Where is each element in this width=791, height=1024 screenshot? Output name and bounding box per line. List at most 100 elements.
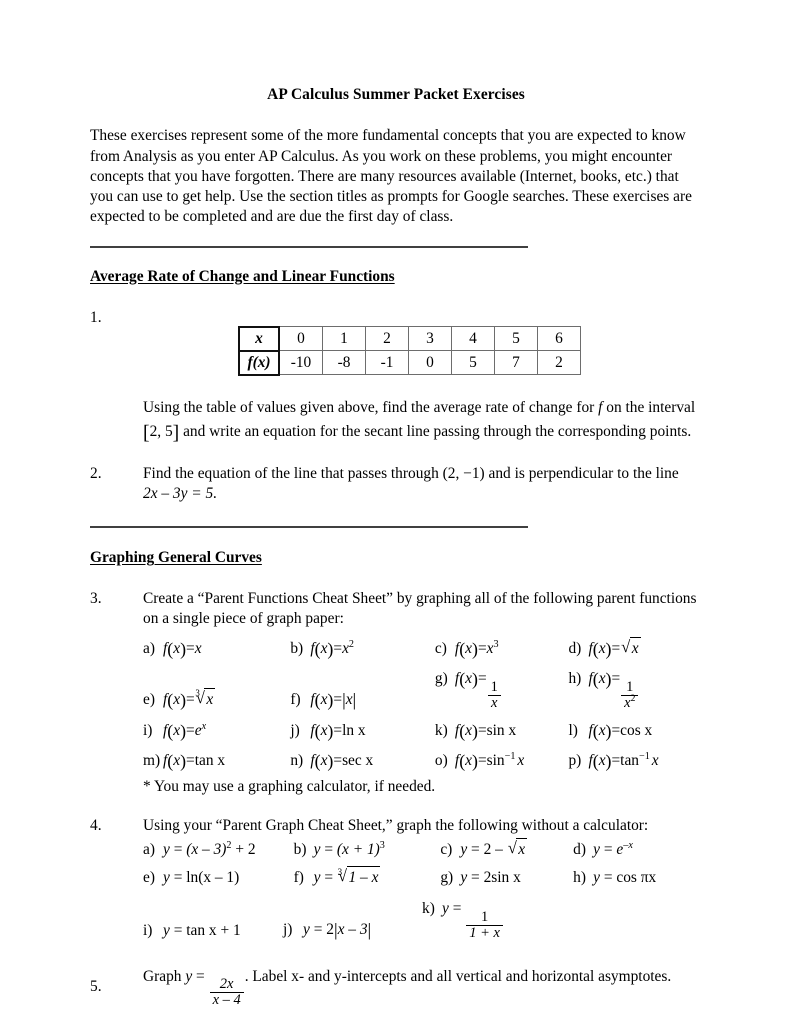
table-cell-fx-6: 2 — [537, 350, 581, 376]
expr-arg-q4-j: x – 3 — [337, 921, 368, 939]
expr-label-k: k) — [422, 900, 435, 918]
expr-label-l: l) — [568, 721, 578, 739]
cube-root-q4-f: 3 √ 1 – x — [338, 866, 381, 888]
equals: = — [452, 900, 462, 918]
var-y: y — [313, 841, 321, 859]
equals: = — [477, 721, 487, 739]
expr-content-g: f(x)= 1 x — [455, 668, 502, 710]
expr-content-h: f(x)= 1 x2 — [588, 668, 639, 710]
var-x: x — [598, 639, 606, 657]
radical-sign-icon: √ — [507, 838, 517, 858]
var-x: x — [465, 639, 472, 657]
expr-content-q4-d: y = e–x — [593, 839, 633, 860]
expr-label-f: f) — [293, 869, 304, 887]
q2-equation: 2x – 3y = 5. — [143, 484, 218, 502]
table-rowhead-x: x — [238, 325, 280, 352]
expr-q4-h: h) y = cos πx — [573, 867, 702, 888]
q5-tail-text: . Label x- and y-intercepts and all vert… — [244, 967, 672, 985]
exercise-item-4: 4. Using your “Parent Graph Cheat Sheet,… — [90, 816, 702, 836]
equals: = — [611, 721, 621, 739]
equals: = — [324, 841, 334, 859]
radical-sign-icon: √ — [621, 636, 631, 656]
expr-content-i: f(x)=ex — [163, 720, 206, 742]
item-number: 1. — [90, 308, 102, 326]
expr-value-f: x — [345, 690, 353, 708]
expr-q4-d: d) y = e–x — [573, 839, 702, 860]
expr-content-q4-c: y = 2 – √ x — [460, 838, 528, 860]
q2-line1-a: Find the equation of the line that passe… — [143, 464, 464, 482]
expr-lead-q4-c: 2 – — [483, 841, 507, 859]
equals: = — [333, 690, 343, 708]
expr-fn-o: sin — [486, 752, 505, 770]
expr-label-a: a) — [143, 639, 155, 657]
section-heading-graphing-general-curves: Graphing General Curves — [90, 549, 262, 567]
item-body — [143, 308, 702, 328]
expr-label-g: g) — [434, 670, 448, 688]
expr-q4-i: i) y = tan x + 1 — [143, 920, 283, 941]
expr-content-q4-h: y = cos πx — [593, 867, 656, 888]
exercise-item-1: 1. — [90, 308, 702, 328]
expr-exponent-b: 2 — [348, 638, 354, 650]
abs-bar-right: | — [367, 919, 372, 940]
expr-label-e: e) — [143, 690, 155, 708]
expr-q4-e: e) y = ln(x – 1) — [143, 867, 294, 888]
q2-minus: −1 — [463, 464, 480, 482]
expr-value-j: ln x — [342, 721, 366, 739]
table-row-fx: f(x) -10 -8 -1 0 5 7 2 — [238, 349, 581, 376]
expr-label-i: i) — [143, 721, 153, 739]
expr-value-b: x — [342, 639, 349, 657]
expr-label-j: j) — [283, 921, 293, 939]
item-body: Find the equation of the line that passe… — [143, 464, 702, 504]
table-cell-fx-3: 0 — [408, 350, 452, 376]
expr-label-h: h) — [573, 869, 586, 887]
expr-content-l: f(x)=cos x — [588, 720, 652, 742]
equals: = — [471, 869, 480, 887]
expr-q4-c: c) y = 2 – √ x — [440, 838, 573, 860]
expr-fn-p: tan — [620, 752, 639, 770]
fraction-numerator-g: 1 — [490, 678, 498, 695]
expr-content-d: f(x)= √ x — [588, 636, 641, 660]
fraction-q5: 2x x – 4 — [209, 977, 244, 1008]
expr-h: h) f(x)= 1 x2 — [568, 668, 702, 710]
var-y: y — [442, 900, 449, 918]
expr-row-ijkl: i) f(x)=ex j) f(x)=ln x k) f(x)=sin x l)… — [143, 720, 702, 742]
fraction-g: 1x — [487, 678, 501, 711]
expr-label-e: e) — [143, 869, 155, 887]
expr-content-p: f(x)=tan−1 x — [588, 750, 658, 772]
equals: = — [477, 639, 487, 657]
expr-label-c: c) — [440, 841, 453, 859]
expr-content-q4-e: y = ln(x – 1) — [163, 867, 239, 888]
expr-f: f) f(x)=|x| — [290, 689, 435, 711]
fraction-denominator-h: x2 — [621, 694, 639, 711]
expr-value-q4-e: ln(x – 1) — [186, 869, 240, 887]
expr-exponent-c: 3 — [493, 638, 499, 650]
expr-m: m) f(x)=tan x — [143, 750, 290, 772]
table-cell-x-2: 2 — [365, 326, 409, 352]
expr-content-k: f(x)=sin x — [455, 720, 516, 742]
sqrt-q4-c: √ x — [507, 838, 528, 860]
expr-content-q4-a: y = (x – 3)2 + 2 — [163, 839, 256, 860]
item-number: 2. — [90, 464, 102, 482]
expr-value-q4-h: cos πx — [616, 869, 657, 887]
equals: = — [477, 670, 487, 688]
item-number: 4. — [90, 817, 102, 835]
item-body: Graph y = 2x x – 4. Label x- and y-interc… — [143, 967, 702, 1008]
var-y: y — [313, 869, 321, 887]
radicand-q4-c: x — [516, 838, 528, 860]
equals: = — [196, 967, 205, 985]
expr-label-o: o) — [434, 752, 448, 770]
item-number: 5. — [90, 978, 102, 996]
expr-label-b: b) — [290, 639, 304, 657]
radicand-d: x — [629, 636, 641, 659]
var-x: x — [598, 721, 606, 739]
expr-e: e) f(x)= 3 √ x — [143, 687, 290, 711]
equals: = — [471, 841, 480, 859]
expr-label-g: g) — [440, 869, 454, 887]
expr-content-m: f(x)=tan x — [163, 750, 225, 772]
radicand-e: x — [204, 687, 216, 710]
equals: = — [611, 670, 621, 688]
expr-tail-q4-a: + 2 — [231, 841, 256, 859]
table-cell-fx-1: -8 — [322, 350, 366, 376]
equals: = — [324, 869, 334, 887]
expr-label-n: n) — [290, 752, 304, 770]
